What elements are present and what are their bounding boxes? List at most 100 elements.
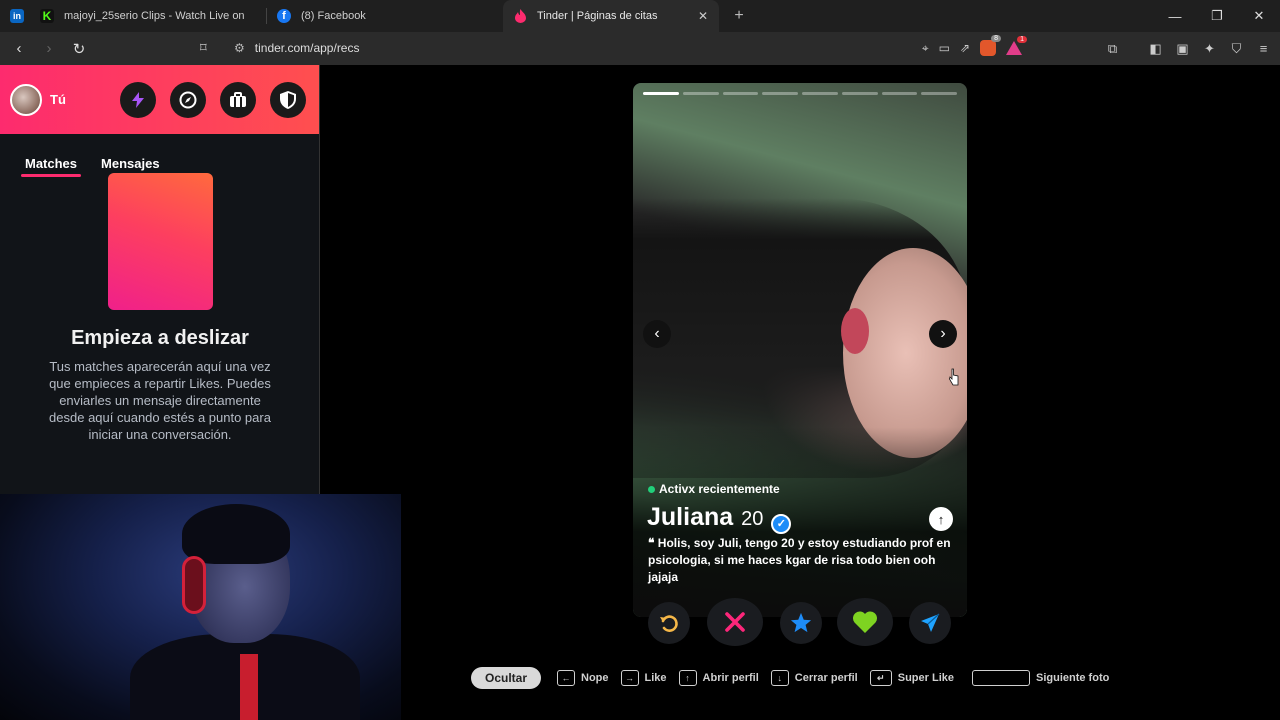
brave-rewards-icon[interactable]: 1 xyxy=(1006,36,1027,55)
superlike-button[interactable] xyxy=(780,602,822,644)
briefcase-icon[interactable] xyxy=(220,82,256,118)
like-button[interactable] xyxy=(837,598,893,646)
brave-shields-icon[interactable]: 8 xyxy=(980,35,1001,56)
empty-state-title: Empieza a deslizar xyxy=(71,327,249,349)
restore-button[interactable]: ❐ xyxy=(1196,0,1238,32)
bio-text: Holis, soy Juli, tengo 20 y estoy estudi… xyxy=(648,536,951,584)
minimize-button[interactable]: — xyxy=(1154,0,1196,32)
brave-badge: 8 xyxy=(991,35,1001,42)
tab-facebook[interactable]: f (8) Facebook xyxy=(267,0,503,32)
shortcut-close-profile: ↓ Cerrar perfil xyxy=(770,670,858,686)
tab-matches[interactable]: Matches xyxy=(20,156,82,177)
window-controls: — ❐ ✕ xyxy=(1154,0,1280,32)
shortcut-label: Super Like xyxy=(897,672,954,684)
webcam-tie xyxy=(240,654,258,720)
tinder-flame-icon xyxy=(513,9,527,23)
url-text[interactable]: tinder.com/app/recs xyxy=(255,41,360,55)
sidebar-toggle-icon[interactable]: ◧ xyxy=(1147,41,1164,57)
share-icon[interactable]: ⇗ xyxy=(960,41,970,55)
shortcut-open-profile: ↑ Abrir perfil xyxy=(678,670,759,686)
kick-icon: K xyxy=(40,9,54,23)
rewards-badge: 1 xyxy=(1017,36,1027,43)
tab-linkedin[interactable]: in xyxy=(0,0,30,32)
avatar[interactable] xyxy=(10,83,42,116)
tab-title: (8) Facebook xyxy=(301,10,366,22)
tab-kick[interactable]: K majoyi_25serio Clips - Watch Live on xyxy=(30,0,266,32)
tab-tinder[interactable]: Tinder | Páginas de citas ✕ xyxy=(503,0,719,32)
shortcut-label: Like xyxy=(644,672,667,684)
quote-icon: ❝ xyxy=(648,536,658,550)
photo-progress-segment[interactable] xyxy=(682,92,719,95)
forward-button[interactable]: › xyxy=(36,36,62,62)
new-tab-button[interactable]: + xyxy=(725,2,753,30)
user-label[interactable]: Tú xyxy=(50,92,66,107)
space-key-icon xyxy=(972,670,1030,686)
next-photo-button[interactable]: › xyxy=(929,320,957,348)
photo-progress-segment[interactable] xyxy=(722,92,759,95)
sidebar-tabs: Matches Mensajes xyxy=(0,134,319,177)
profile-name-line: Juliana 20 ✓ xyxy=(647,503,792,534)
tab-title: Tinder | Páginas de citas xyxy=(537,10,658,22)
sidebar-header: Tú xyxy=(0,65,319,134)
leo-ai-icon[interactable]: ✦ xyxy=(1201,41,1218,57)
webcam-headset xyxy=(182,556,206,614)
shield-icon[interactable] xyxy=(270,82,306,118)
hide-shortcuts-button[interactable]: Ocultar xyxy=(471,667,542,689)
explore-compass-icon[interactable] xyxy=(170,82,206,118)
vpn-icon[interactable]: ⛉ xyxy=(1228,41,1245,57)
shortcut-superlike: ↵ Super Like xyxy=(869,670,954,686)
menu-icon[interactable]: ≡ xyxy=(1255,41,1272,56)
reload-button[interactable]: ↻ xyxy=(66,36,92,62)
webcam-hair xyxy=(182,504,290,564)
rewards-triangle xyxy=(1006,41,1022,55)
shortcut-nope: ← Nope xyxy=(557,670,609,686)
site-settings-icon[interactable]: ⚙ xyxy=(234,41,245,55)
screenshot-icon[interactable]: ⧉ xyxy=(1104,41,1121,57)
profile-card[interactable]: ‹ › Activx recientemente Juliana 20 ✓ ↑ … xyxy=(633,83,967,617)
tab-title: majoyi_25serio Clips - Watch Live on xyxy=(64,10,245,22)
boost-icon[interactable] xyxy=(120,82,156,118)
photo-progress-segment[interactable] xyxy=(762,92,798,95)
shortcut-label: Siguiente foto xyxy=(1036,672,1110,684)
back-button[interactable]: ‹ xyxy=(6,36,32,62)
profile-age: 20 xyxy=(741,508,764,530)
photo-progress-segment[interactable] xyxy=(643,92,679,95)
bookmark-icon[interactable]: ⌑ xyxy=(200,40,220,56)
photo-progress-segment[interactable] xyxy=(881,92,918,95)
facebook-icon: f xyxy=(277,9,291,23)
address-bar-actions: ⌖ ▭ ⇗ 8 1 xyxy=(922,35,1027,61)
prev-photo-button[interactable]: ‹ xyxy=(643,320,671,348)
keyboard-shortcuts: Ocultar ← Nope → Like ↑ Abrir perfil ↓ C… xyxy=(471,667,1121,689)
rewind-button[interactable] xyxy=(648,602,690,644)
linkedin-icon: in xyxy=(10,9,24,23)
down-arrow-key-icon: ↓ xyxy=(770,670,789,686)
photo-lips xyxy=(841,308,869,354)
activity-text: Activx recientemente xyxy=(659,482,780,496)
webcam-overlay xyxy=(0,494,401,720)
hand-cursor-icon xyxy=(949,368,959,386)
photo-progress-segment[interactable] xyxy=(921,92,957,95)
empty-matches-placeholder xyxy=(108,173,213,310)
shortcut-label: Nope xyxy=(581,672,609,684)
browser-toolbar: ‹ › ↻ ⌑ ⚙ tinder.com/app/recs ⌖ ▭ ⇗ 8 1 … xyxy=(0,32,1280,65)
close-tab-icon[interactable]: ✕ xyxy=(695,8,711,24)
photo-progress-segment[interactable] xyxy=(841,92,878,95)
shortcut-next-photo: Siguiente foto xyxy=(972,670,1109,686)
open-profile-button[interactable]: ↑ xyxy=(929,507,953,531)
location-icon[interactable]: ⌖ xyxy=(922,41,929,56)
close-window-button[interactable]: ✕ xyxy=(1238,0,1280,32)
cast-icon[interactable]: ▭ xyxy=(939,41,950,55)
nope-button[interactable] xyxy=(707,598,763,646)
photo-progress xyxy=(643,92,957,95)
wallet-icon[interactable]: ▣ xyxy=(1174,41,1191,57)
activity-status: Activx recientemente xyxy=(648,482,780,496)
address-bar[interactable]: ⌑ ⚙ tinder.com/app/recs ⌖ ▭ ⇗ 8 1 xyxy=(200,35,1027,61)
shortcut-label: Cerrar perfil xyxy=(794,672,858,684)
boost-send-button[interactable] xyxy=(909,602,951,644)
browser-tabbar: in K majoyi_25serio Clips - Watch Live o… xyxy=(0,0,1280,32)
photo-progress-segment[interactable] xyxy=(802,92,838,95)
empty-state-text: Tus matches aparecerán aquí una vez que … xyxy=(49,359,271,442)
action-buttons xyxy=(633,598,967,648)
profile-bio: ❝ Holis, soy Juli, tengo 20 y estoy estu… xyxy=(648,535,954,586)
up-arrow-key-icon: ↑ xyxy=(678,670,697,686)
